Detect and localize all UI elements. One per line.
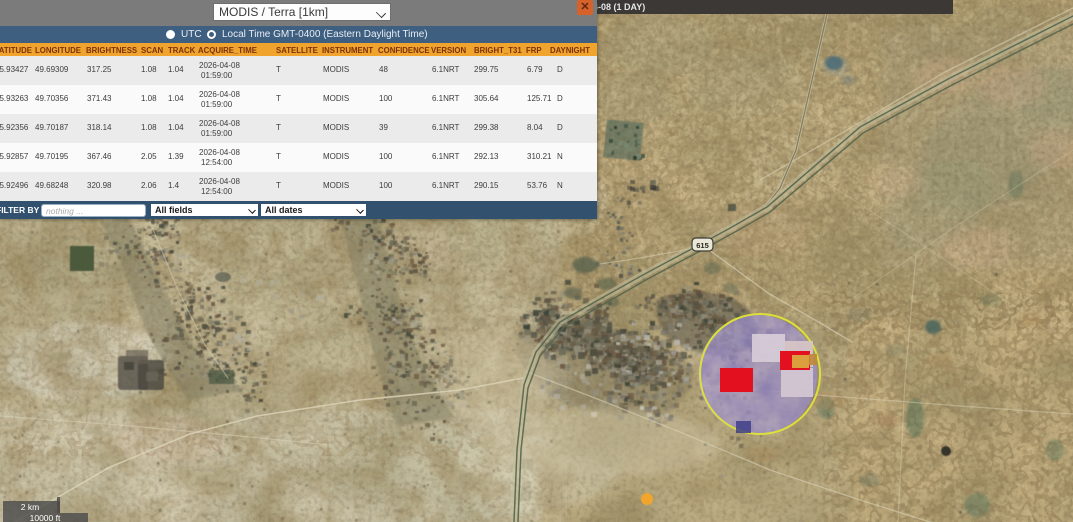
svg-text:10000 ft: 10000 ft: [30, 513, 61, 522]
svg-text:615: 615: [696, 241, 709, 250]
svg-text:2 km: 2 km: [21, 502, 39, 512]
